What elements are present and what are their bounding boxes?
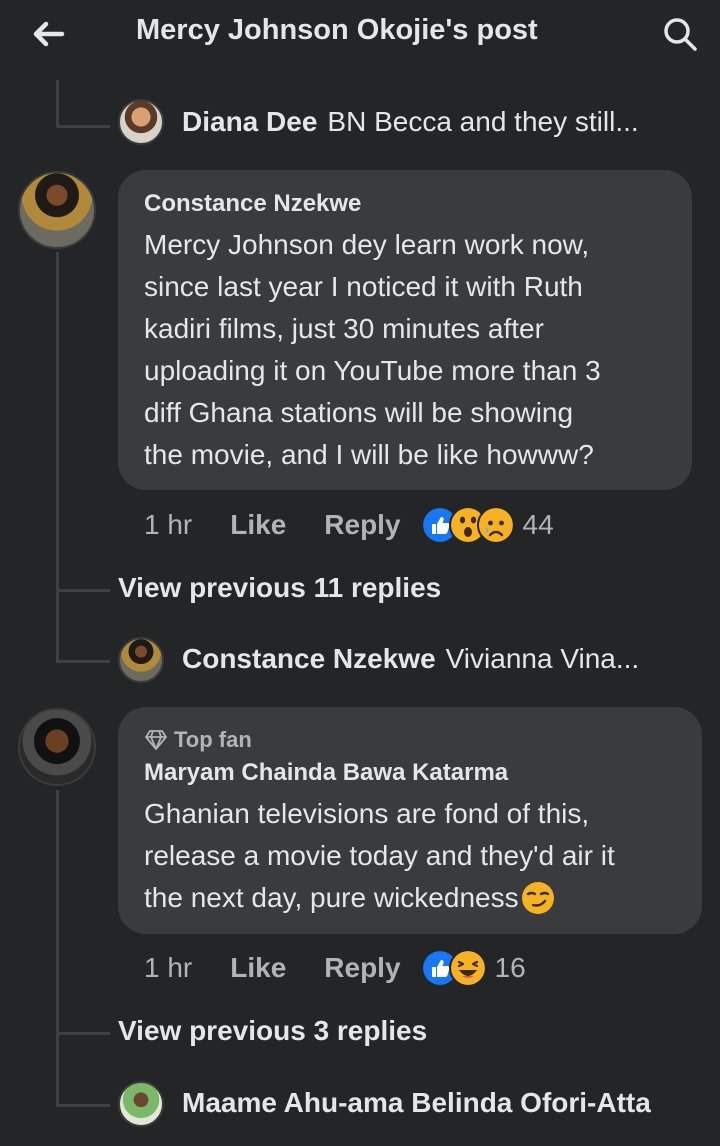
reaction-count: 44 bbox=[522, 509, 554, 540]
comment-author[interactable]: Maryam Chainda Bawa Katarma bbox=[144, 759, 508, 787]
reply-snippet: BN Becca and they still... bbox=[327, 106, 639, 137]
top-bar: Mercy Johnson Okojie's post bbox=[0, 0, 720, 68]
comment-author[interactable]: Constance Nzekwe bbox=[144, 190, 361, 218]
badge-label: Top fan bbox=[174, 727, 252, 752]
thread-connector bbox=[56, 125, 110, 128]
thread-connector bbox=[56, 589, 110, 592]
reaction-summary[interactable] bbox=[420, 506, 515, 544]
sad-reaction-icon bbox=[476, 506, 515, 544]
search-icon[interactable] bbox=[660, 14, 700, 54]
comment-line: Mercy Johnson dey learn work now, bbox=[144, 229, 590, 260]
comment-time[interactable]: 1 hr bbox=[144, 509, 192, 541]
reaction-count: 16 bbox=[494, 952, 526, 983]
comment-line: the movie, and I will be like howww? bbox=[144, 439, 594, 470]
reaction-summary[interactable] bbox=[420, 949, 487, 987]
like-button[interactable]: Like bbox=[230, 952, 286, 984]
top-fan-badge: Top fan bbox=[144, 727, 252, 753]
thread-connector bbox=[56, 660, 110, 663]
view-previous-replies-button[interactable]: View previous 3 replies bbox=[118, 1015, 427, 1047]
reply-author[interactable]: Maame Ahu-ama Belinda Ofori-Atta bbox=[182, 1087, 651, 1118]
avatar-constance-nzekwe[interactable] bbox=[18, 171, 96, 249]
comment-time[interactable]: 1 hr bbox=[144, 952, 192, 984]
like-button[interactable]: Like bbox=[230, 509, 286, 541]
thread-connector bbox=[56, 1104, 110, 1107]
comment-line: since last year I noticed it with Ruth bbox=[144, 271, 583, 302]
comment-actions: 1 hr Like Reply 16 bbox=[144, 949, 526, 987]
reply-button[interactable]: Reply bbox=[324, 952, 400, 984]
comment-bubble[interactable]: Constance Nzekwe Mercy Johnson dey learn… bbox=[118, 170, 692, 490]
comment-bubble[interactable]: Top fan Maryam Chainda Bawa Katarma Ghan… bbox=[118, 707, 702, 934]
comment-line: diff Ghana stations will be showing bbox=[144, 397, 574, 428]
reply-preview-constance-nzekwe[interactable]: Constance Nzekwe Vivianna Vina... bbox=[182, 643, 692, 675]
comment-actions: 1 hr Like Reply 44 bbox=[144, 506, 554, 544]
arrow-left-icon[interactable] bbox=[28, 14, 68, 54]
thread-line bbox=[56, 790, 59, 1106]
comment-line: the next day, pure wickedness bbox=[144, 882, 519, 913]
comment-text: Mercy Johnson dey learn work now, since … bbox=[144, 224, 601, 476]
haha-reaction-icon bbox=[448, 949, 487, 987]
avatar-diana-dee[interactable] bbox=[118, 99, 164, 145]
comment-line: uploading it on YouTube more than 3 bbox=[144, 355, 601, 386]
view-previous-replies-button[interactable]: View previous 11 replies bbox=[118, 572, 441, 604]
avatar-constance-nzekwe-reply[interactable] bbox=[118, 637, 164, 683]
comment-text: Ghanian televisions are fond of this, re… bbox=[144, 793, 615, 919]
comment-line: kadiri films, just 30 minutes after bbox=[144, 313, 544, 344]
reply-snippet: Vivianna Vina... bbox=[445, 643, 640, 674]
diamond-icon bbox=[145, 730, 167, 750]
comment-line-last: the next day, pure wickedness bbox=[144, 877, 615, 919]
reply-preview-maame-ahu-ama[interactable]: Maame Ahu-ama Belinda Ofori-Atta bbox=[182, 1087, 712, 1119]
thread-connector bbox=[56, 1032, 110, 1035]
comment-line: release a movie today and they'd air it bbox=[144, 840, 615, 871]
page-title: Mercy Johnson Okojie's post bbox=[136, 14, 538, 46]
comment-line: Ghanian televisions are fond of this, bbox=[144, 798, 590, 829]
reply-button[interactable]: Reply bbox=[324, 509, 400, 541]
thread-line bbox=[56, 80, 59, 128]
reply-preview-diana-dee[interactable]: Diana Dee BN Becca and they still... bbox=[182, 106, 702, 138]
avatar-maryam-chainda[interactable] bbox=[18, 708, 96, 786]
avatar-maame-ahu-ama[interactable] bbox=[118, 1081, 164, 1127]
reply-author[interactable]: Diana Dee bbox=[182, 106, 317, 137]
thread-line bbox=[56, 252, 59, 662]
smirk-emoji-icon bbox=[521, 882, 554, 914]
reply-author[interactable]: Constance Nzekwe bbox=[182, 643, 436, 674]
